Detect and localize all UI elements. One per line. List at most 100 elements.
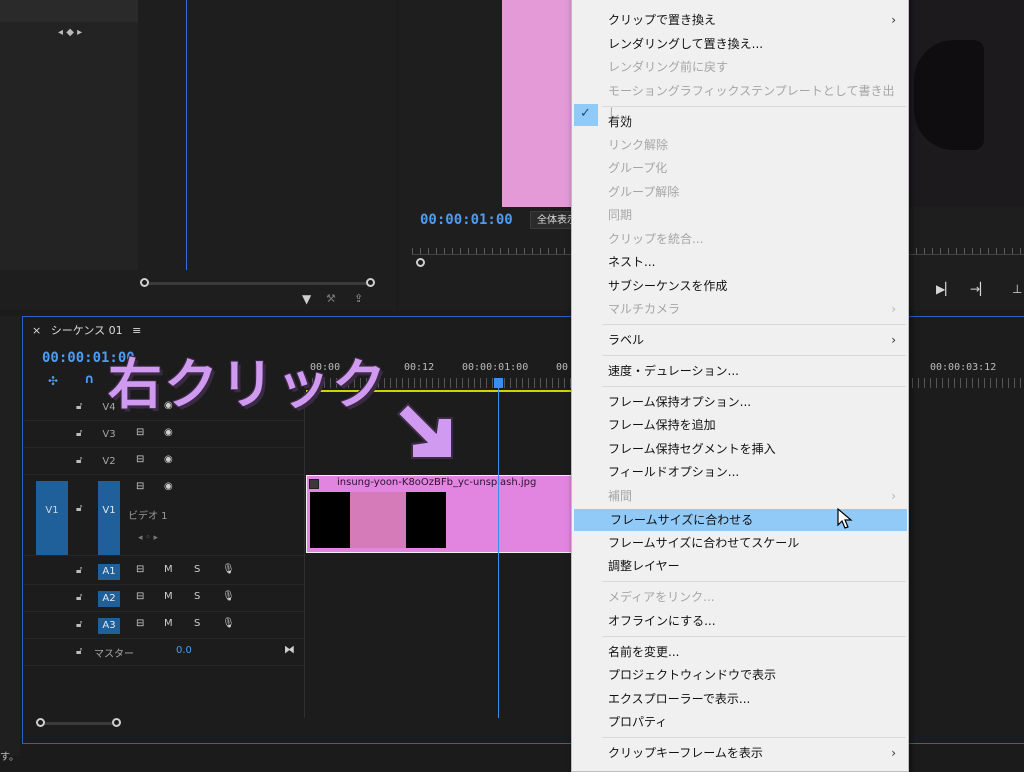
- microphone-icon[interactable]: 🎙︎: [222, 564, 235, 575]
- solo-button[interactable]: S: [194, 618, 200, 629]
- playhead-handle[interactable]: [494, 378, 503, 388]
- panel-menu-icon[interactable]: ≡: [132, 324, 141, 337]
- menu-item-properties[interactable]: プロパティ: [572, 711, 908, 733]
- menu-item-frame-hold-options[interactable]: フレーム保持オプション...: [572, 391, 908, 413]
- mute-button[interactable]: M: [164, 564, 173, 575]
- sync-lock-icon[interactable]: ⊟: [136, 454, 144, 465]
- lock-icon[interactable]: 🔓︎: [76, 401, 82, 412]
- sync-lock-icon[interactable]: ⊟: [136, 618, 144, 629]
- microphone-icon[interactable]: 🎙︎: [222, 591, 235, 602]
- menu-item-set-to-frame-size[interactable]: フレームサイズに合わせる: [574, 509, 907, 531]
- track-name[interactable]: V2: [98, 454, 120, 470]
- eye-icon[interactable]: ◉: [164, 427, 173, 438]
- menu-item-restore-unrendered[interactable]: レンダリング前に戻す: [572, 56, 908, 78]
- sync-lock-icon[interactable]: ⊟: [136, 481, 144, 492]
- step-forward-icon[interactable]: ▶▏: [936, 282, 954, 296]
- master-volume-value[interactable]: 0.0: [176, 645, 192, 656]
- lock-icon[interactable]: 🔓︎: [76, 503, 82, 514]
- menu-item-label-submenu[interactable]: ラベル ›: [572, 329, 908, 351]
- keyframe-nav[interactable]: ◂ ◆ ▸: [58, 27, 82, 38]
- menu-item-label: リンク解除: [608, 138, 669, 152]
- timeline-playhead[interactable]: [498, 380, 499, 718]
- mute-button[interactable]: M: [164, 591, 173, 602]
- lock-icon[interactable]: 🔓︎: [76, 592, 82, 603]
- menu-item-rename[interactable]: 名前を変更...: [572, 641, 908, 663]
- snap-icon[interactable]: ✣: [48, 374, 58, 388]
- menu-item-show-clip-keyframes[interactable]: クリップキーフレームを表示 ›: [572, 742, 908, 764]
- track-name[interactable]: A3: [98, 618, 120, 634]
- lock-icon[interactable]: 🔓︎: [76, 565, 82, 576]
- menu-item-unlink[interactable]: リンク解除: [572, 134, 908, 156]
- scroll-handle-right[interactable]: [366, 278, 375, 287]
- keyframe-nav-icon[interactable]: ◂ ◦ ▸: [138, 533, 158, 543]
- microphone-icon[interactable]: 🎙︎: [222, 618, 235, 629]
- menu-item-label: プロパティ: [608, 715, 668, 729]
- filter-icon[interactable]: ▼: [302, 292, 311, 306]
- menu-item-label: ネスト...: [608, 255, 656, 269]
- timeline-zoom-scrollbar[interactable]: [40, 722, 120, 725]
- menu-separator: [602, 581, 906, 582]
- sync-lock-icon[interactable]: ⊟: [136, 427, 144, 438]
- menu-item-insert-frame-hold-segment[interactable]: フレーム保持セグメントを挿入: [572, 438, 908, 460]
- menu-item-link-media[interactable]: メディアをリンク...: [572, 586, 908, 608]
- fit-dropdown[interactable]: 全体表示: [530, 211, 572, 229]
- track-name[interactable]: V3: [98, 427, 120, 443]
- go-to-out-icon[interactable]: →▏: [970, 282, 989, 296]
- source-patch-v1[interactable]: V1: [36, 481, 68, 555]
- menu-item-reveal-in-project[interactable]: プロジェクトウィンドウで表示: [572, 664, 908, 686]
- menu-item-multicamera[interactable]: マルチカメラ ›: [572, 298, 908, 320]
- sequence-tab[interactable]: × シーケンス 01 ≡: [32, 322, 141, 338]
- menu-item-ungroup[interactable]: グループ解除: [572, 181, 908, 203]
- wrench-icon[interactable]: ⚒: [326, 292, 336, 305]
- timeline-scroll-handle-right[interactable]: [112, 718, 121, 727]
- program-timecode[interactable]: 00:00:01:00: [420, 212, 513, 228]
- menu-item-label: ラベル: [608, 333, 645, 347]
- solo-button[interactable]: S: [194, 591, 200, 602]
- menu-item-enable[interactable]: 有効: [572, 111, 908, 133]
- menu-item-replace-with-clip[interactable]: クリップで置き換え ›: [572, 9, 908, 31]
- menu-item-render-and-replace[interactable]: レンダリングして置き換え...: [572, 33, 908, 55]
- mute-button[interactable]: M: [164, 618, 173, 629]
- eye-icon[interactable]: ◉: [164, 454, 173, 465]
- track-name[interactable]: A2: [98, 591, 120, 607]
- program-scroll-handle[interactable]: [416, 258, 425, 267]
- sequence-tab-title: シーケンス 01: [50, 324, 123, 337]
- linked-selection-icon[interactable]: ∩: [84, 372, 95, 387]
- menu-item-make-offline[interactable]: オフラインにする...: [572, 610, 908, 632]
- menu-item-make-subsequence[interactable]: サブシーケンスを作成: [572, 275, 908, 297]
- track-name[interactable]: V1: [98, 481, 120, 555]
- eye-icon[interactable]: ◉: [164, 481, 173, 492]
- lock-icon[interactable]: 🔓︎: [76, 455, 82, 466]
- menu-item-adjustment-layer[interactable]: 調整レイヤー: [572, 555, 908, 577]
- menu-item-export-mogrt[interactable]: モーショングラフィックステンプレートとして書き出し...: [572, 80, 908, 120]
- menu-item-nest[interactable]: ネスト...: [572, 251, 908, 273]
- menu-item-add-frame-hold[interactable]: フレーム保持を追加: [572, 414, 908, 436]
- export-icon[interactable]: ⇪: [354, 292, 363, 305]
- menu-item-label: 名前を変更...: [608, 645, 680, 659]
- menu-item-speed-duration[interactable]: 速度・デュレーション...: [572, 360, 908, 382]
- solo-button[interactable]: S: [194, 564, 200, 575]
- menu-item-merge-clips[interactable]: クリップを統合...: [572, 228, 908, 250]
- menu-item-group[interactable]: グループ化: [572, 157, 908, 179]
- close-icon[interactable]: ×: [32, 324, 41, 337]
- ruler-label: 00:00:03:12: [930, 362, 997, 373]
- source-playhead[interactable]: [186, 0, 187, 270]
- lock-icon[interactable]: 🔓︎: [76, 428, 82, 439]
- menu-item-reveal-in-explorer[interactable]: エクスプローラーで表示...: [572, 688, 908, 710]
- sync-lock-icon[interactable]: ⊟: [136, 591, 144, 602]
- track-name[interactable]: A1: [98, 564, 120, 580]
- timeline-scroll-handle-left[interactable]: [36, 718, 45, 727]
- scroll-handle-left[interactable]: [140, 278, 149, 287]
- sync-lock-icon[interactable]: ⊟: [136, 564, 144, 575]
- menu-item-scale-to-frame-size[interactable]: フレームサイズに合わせてスケール: [572, 532, 908, 554]
- go-to-end-icon[interactable]: ⧓: [284, 643, 295, 656]
- ruler-label: 00:12: [404, 362, 435, 373]
- menu-item-field-options[interactable]: フィールドオプション...: [572, 461, 908, 483]
- lock-icon[interactable]: 🔓︎: [76, 646, 82, 657]
- lift-icon[interactable]: ⊥: [1012, 282, 1022, 296]
- menu-item-synchronize[interactable]: 同期: [572, 204, 908, 226]
- menu-item-time-interpolation[interactable]: 補間 ›: [572, 485, 908, 507]
- lock-icon[interactable]: 🔓︎: [76, 619, 82, 630]
- timeline-clip[interactable]: insung-yoon-K8oOzBFb_yc-unsplash.jpg: [306, 475, 586, 553]
- source-zoom-scrollbar[interactable]: [144, 282, 372, 285]
